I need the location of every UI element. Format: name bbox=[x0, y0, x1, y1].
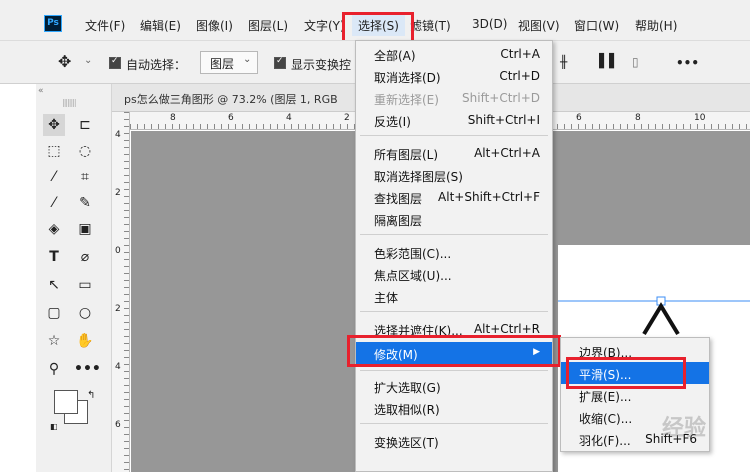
menu-item-deselect-layers[interactable]: 取消选择图层(S) bbox=[356, 164, 552, 186]
artboard-tool-icon[interactable]: ⊏ bbox=[74, 114, 96, 136]
menu-separator bbox=[360, 311, 548, 312]
swap-colors-icon[interactable]: ↰ bbox=[87, 390, 95, 401]
pen-tool-icon[interactable]: ⌀ bbox=[74, 246, 96, 268]
ruler-tick-label: 6 bbox=[115, 420, 121, 430]
menu-type[interactable]: 文字(Y) bbox=[304, 17, 345, 34]
rectangle-tool-icon[interactable]: ▭ bbox=[74, 274, 96, 296]
menu-item-subject[interactable]: 主体 bbox=[356, 285, 552, 307]
brush-tool-icon[interactable]: ✎ bbox=[74, 192, 96, 214]
crop-tool-icon[interactable]: ⌗ bbox=[74, 166, 96, 188]
move-tool-icon[interactable]: ✥ bbox=[43, 114, 65, 136]
menu-separator bbox=[360, 234, 548, 235]
chevron-down-icon[interactable]: ⌄ bbox=[84, 55, 92, 66]
custom-shape-tool-icon[interactable]: ☆ bbox=[43, 330, 65, 352]
menu-item-all-layers[interactable]: 所有图层(L) Alt+Ctrl+A bbox=[356, 142, 552, 164]
ruler-tick-label: 2 bbox=[115, 304, 121, 314]
ruler-tick-label: 2 bbox=[344, 113, 350, 123]
menu-layer[interactable]: 图层(L) bbox=[248, 17, 288, 34]
ruler-tick-label: 6 bbox=[228, 113, 234, 123]
triangle-path bbox=[558, 296, 750, 336]
annotation-modify-item bbox=[347, 335, 561, 367]
menu-item-grow[interactable]: 扩大选取(G) bbox=[356, 375, 552, 397]
menu-item-inverse[interactable]: 反选(I) Shift+Ctrl+I bbox=[356, 109, 552, 131]
move-tool-icon[interactable]: ✥ bbox=[58, 52, 71, 71]
ruler-tick-label: 10 bbox=[694, 113, 706, 123]
grip-icon[interactable]: |||||||| bbox=[62, 98, 77, 107]
menu-image[interactable]: 图像(I) bbox=[196, 17, 233, 34]
menu-item-find-layers[interactable]: 查找图层 Alt+Shift+Ctrl+F bbox=[356, 186, 552, 208]
collapse-icon[interactable]: « bbox=[38, 86, 44, 96]
ruler-tick-label: 8 bbox=[170, 113, 176, 123]
align-bottom-icon[interactable]: ╫ bbox=[560, 55, 567, 69]
menu-item-similar[interactable]: 选取相似(R) bbox=[356, 397, 552, 419]
type-tool-icon[interactable]: T bbox=[43, 246, 65, 268]
auto-select-target-dropdown[interactable]: 图层 ⌄ bbox=[200, 51, 258, 74]
default-colors-icon[interactable]: ◧ bbox=[50, 422, 58, 431]
gradient-tool-icon[interactable]: ▣ bbox=[74, 218, 96, 240]
foreground-color-swatch[interactable] bbox=[54, 390, 78, 414]
show-transform-label: 显示变换控 bbox=[291, 58, 352, 72]
align-bars-icon[interactable]: ▐▐ bbox=[594, 54, 614, 69]
menu-file[interactable]: 文件(F) bbox=[85, 17, 125, 34]
more-tools-icon[interactable]: ••• bbox=[74, 358, 101, 380]
menu-item-transform-selection[interactable]: 变换选区(T) bbox=[356, 430, 552, 452]
menu-item-reselect: 重新选择(E) Shift+Ctrl+D bbox=[374, 91, 540, 107]
ruler-tick-label: 6 bbox=[576, 113, 582, 123]
distribute-icon[interactable]: ▯ bbox=[632, 55, 639, 69]
menu-help[interactable]: 帮助(H) bbox=[635, 17, 677, 34]
menu-separator bbox=[360, 423, 548, 424]
menu-edit[interactable]: 编辑(E) bbox=[140, 17, 181, 34]
eraser-tool-icon[interactable]: ◈ bbox=[43, 218, 65, 240]
ruler-tick-label: 2 bbox=[115, 188, 121, 198]
ruler-tick-label: 4 bbox=[115, 362, 121, 372]
menu-item-all[interactable]: 全部(A) Ctrl+A bbox=[356, 43, 552, 65]
photoshop-logo: Ps bbox=[44, 15, 62, 32]
menu-item-focus-area[interactable]: 焦点区域(U)... bbox=[356, 263, 552, 285]
rounded-rectangle-tool-icon[interactable]: ▢ bbox=[43, 302, 65, 324]
watermark: 经验 bbox=[662, 416, 707, 441]
ruler-tick-label: 4 bbox=[286, 113, 292, 123]
select-menu-dropdown: 全部(A) Ctrl+A 取消选择(D) Ctrl+D 重新选择(E) Shift+C… bbox=[355, 40, 553, 472]
menu-item-color-range[interactable]: 色彩范围(C)... bbox=[356, 241, 552, 263]
eyedropper-tool-icon[interactable]: ⁄ bbox=[43, 192, 65, 214]
document-tab[interactable]: ps怎么做三角图形 @ 73.2% (图层 1, RGB bbox=[124, 91, 338, 107]
ruler-tick-label: 8 bbox=[635, 113, 641, 123]
toolbox: « |||||||| ✥ ⊏ ⬚ ◌ ⁄ ⌗ ⁄ ✎ ◈ ▣ T ⌀ ↖ ▭ ▢… bbox=[36, 84, 112, 472]
ellipse-tool-icon[interactable]: ○ bbox=[74, 302, 96, 324]
marquee-tool-icon[interactable]: ⬚ bbox=[43, 140, 65, 162]
menu-view[interactable]: 视图(V) bbox=[518, 17, 560, 34]
more-options-icon[interactable]: ••• bbox=[676, 56, 699, 70]
dropdown-value: 图层 bbox=[210, 57, 235, 71]
annotation-smooth-item bbox=[566, 357, 686, 389]
auto-select-label: 自动选择： bbox=[126, 58, 187, 72]
lasso-tool-icon[interactable]: ◌ bbox=[74, 140, 96, 162]
show-transform-checkbox[interactable] bbox=[274, 56, 286, 69]
path-selection-tool-icon[interactable]: ↖ bbox=[43, 274, 65, 296]
ruler-tick-label: 4 bbox=[115, 130, 121, 140]
auto-select-checkbox[interactable] bbox=[109, 56, 121, 69]
magic-wand-tool-icon[interactable]: ⁄ bbox=[43, 166, 65, 188]
menu-3d[interactable]: 3D(D) bbox=[472, 17, 507, 31]
chevron-down-icon: ⌄ bbox=[243, 54, 252, 65]
menu-item-isolate-layers[interactable]: 隔离图层 bbox=[356, 208, 552, 230]
zoom-tool-icon[interactable]: ⚲ bbox=[43, 358, 65, 380]
menu-filter[interactable]: 滤镜(T) bbox=[410, 17, 451, 34]
ruler-tick-label: 0 bbox=[115, 246, 121, 256]
menu-separator bbox=[360, 370, 548, 371]
hand-tool-icon[interactable]: ✋ bbox=[74, 330, 96, 352]
menu-separator bbox=[360, 135, 548, 136]
vertical-ruler: 4 2 0 2 4 6 bbox=[112, 112, 130, 472]
menu-item-deselect[interactable]: 取消选择(D) Ctrl+D bbox=[356, 65, 552, 87]
menu-window[interactable]: 窗口(W) bbox=[574, 17, 619, 34]
